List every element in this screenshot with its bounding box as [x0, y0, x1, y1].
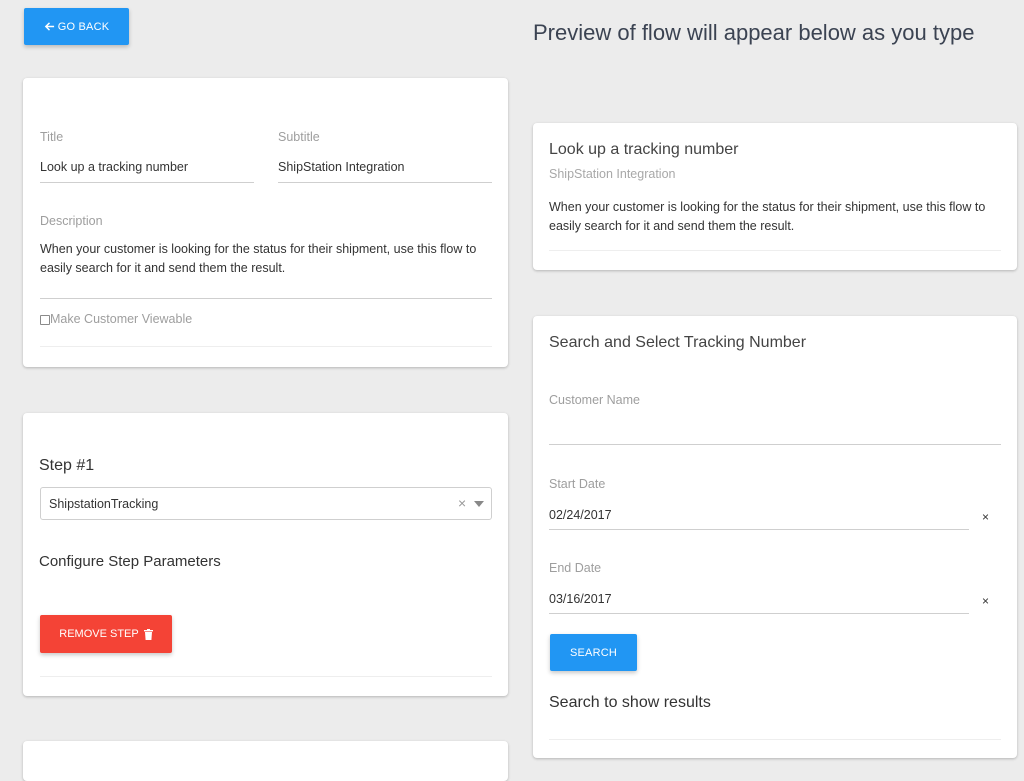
description-input[interactable]: When your customer is looking for the st…: [40, 240, 490, 278]
preview-title: Look up a tracking number: [549, 141, 739, 158]
clear-icon[interactable]: ×: [458, 495, 466, 511]
subtitle-underline: [278, 182, 492, 183]
customer-viewable-label: Make Customer Viewable: [50, 312, 193, 326]
go-back-label: GO BACK: [57, 20, 110, 33]
go-back-button[interactable]: GO BACK: [24, 8, 129, 45]
customer-name-label: Customer Name: [549, 393, 640, 407]
title-input[interactable]: Look up a tracking number: [40, 160, 188, 174]
customer-name-underline: [549, 444, 1001, 445]
end-date-underline: [549, 613, 969, 614]
remove-step-button[interactable]: REMOVE STEP: [40, 615, 172, 653]
search-card: Search and Select Tracking Number Custom…: [533, 316, 1017, 758]
preview-heading: Preview of flow will appear below as you…: [533, 20, 975, 45]
search-results-text: Search to show results: [549, 694, 711, 711]
end-date-input[interactable]: 03/16/2017: [549, 592, 612, 606]
step-divider: [40, 676, 492, 677]
configure-heading: Configure Step Parameters: [39, 553, 221, 570]
step-card: Step #1 ShipstationTracking × Configure …: [23, 413, 508, 696]
search-divider: [549, 739, 1001, 740]
customer-viewable-checkbox[interactable]: [40, 315, 50, 325]
details-divider: [40, 346, 492, 347]
start-date-label: Start Date: [549, 477, 606, 491]
start-date-underline: [549, 529, 969, 530]
search-card-heading: Search and Select Tracking Number: [549, 334, 807, 351]
step-select[interactable]: ShipstationTracking ×: [40, 487, 492, 520]
preview-description: When your customer is looking for the st…: [549, 200, 986, 233]
clear-end-date-icon[interactable]: ×: [982, 594, 989, 608]
step-select-value: ShipstationTracking: [49, 497, 159, 511]
end-date-label: End Date: [549, 561, 602, 575]
flow-details-card: Title Look up a tracking number Subtitle…: [23, 78, 508, 367]
preview-card: Look up a tracking number ShipStation In…: [533, 123, 1017, 270]
step-heading: Step #1: [39, 457, 95, 474]
subtitle-input[interactable]: ShipStation Integration: [278, 160, 404, 174]
preview-divider: [549, 250, 1001, 251]
preview-subtitle: ShipStation Integration: [549, 167, 676, 181]
trash-icon: [143, 628, 153, 640]
start-date-input[interactable]: 02/24/2017: [549, 508, 612, 522]
description-underline: [40, 298, 492, 299]
description-label: Description: [40, 214, 103, 228]
customer-name-input[interactable]: [549, 420, 999, 436]
title-underline: [40, 182, 254, 183]
next-step-card: [23, 741, 508, 781]
chevron-down-icon[interactable]: [474, 501, 484, 507]
clear-start-date-icon[interactable]: ×: [982, 510, 989, 524]
title-label: Title: [40, 130, 64, 144]
search-button-label: SEARCH: [569, 646, 618, 659]
subtitle-label: Subtitle: [278, 130, 320, 144]
search-button[interactable]: SEARCH: [550, 634, 637, 671]
remove-step-label: REMOVE STEP: [59, 628, 139, 640]
arrow-left-icon: [44, 22, 54, 31]
